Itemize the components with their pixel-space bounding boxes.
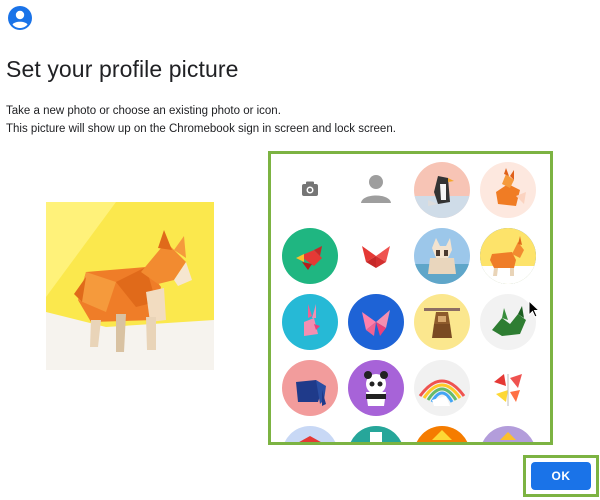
mouse-cursor-icon xyxy=(528,299,541,318)
penguin-avatar[interactable] xyxy=(414,162,470,218)
avatar-option[interactable] xyxy=(480,426,536,442)
account-circle-icon xyxy=(7,5,33,31)
cat-avatar[interactable] xyxy=(414,228,470,284)
monkey-avatar[interactable] xyxy=(414,294,470,350)
description-line-1: Take a new photo or choose an existing p… xyxy=(6,105,281,117)
butterfly-avatar[interactable] xyxy=(348,228,404,284)
elephant-avatar[interactable] xyxy=(282,360,338,416)
picture-picker-panel xyxy=(268,151,553,445)
avatar-option[interactable] xyxy=(348,426,404,442)
corgi-avatar[interactable] xyxy=(480,228,536,284)
fox-avatar[interactable] xyxy=(480,162,536,218)
take-photo-button[interactable] xyxy=(282,162,338,218)
avatar-option[interactable] xyxy=(414,426,470,442)
butterfly-blue-avatar[interactable] xyxy=(348,294,404,350)
panda-avatar[interactable] xyxy=(348,360,404,416)
unicorn-avatar[interactable] xyxy=(414,360,470,416)
cardinal-avatar[interactable] xyxy=(480,360,536,416)
profile-picture-preview xyxy=(46,202,214,370)
bird-avatar[interactable] xyxy=(282,228,338,284)
ok-button[interactable]: OK xyxy=(531,462,591,490)
rabbit-avatar[interactable] xyxy=(282,294,338,350)
page-title: Set your profile picture xyxy=(6,56,239,82)
avatar-option[interactable] xyxy=(282,426,338,442)
default-profile-icon[interactable] xyxy=(348,162,404,218)
ok-button-highlight: OK xyxy=(523,455,599,497)
description-line-2: This picture will show up on the Chromeb… xyxy=(6,123,396,135)
